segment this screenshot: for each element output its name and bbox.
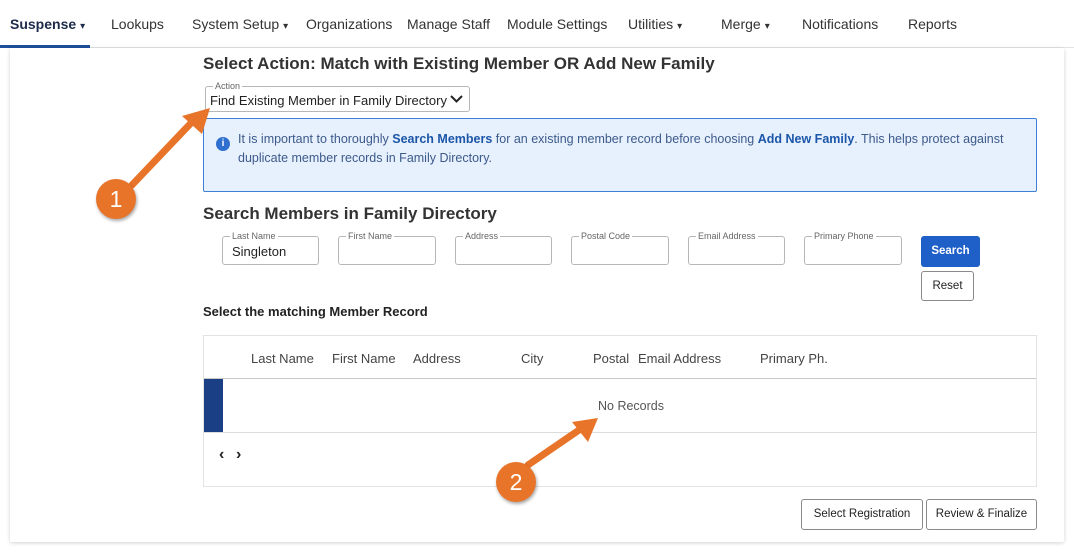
- annotation-arrow-2: [524, 424, 586, 469]
- annotation-badge-2: 2: [496, 462, 536, 502]
- annotation-badge-1: 1: [96, 179, 136, 219]
- annotation-arrow-1: [128, 118, 196, 189]
- annotation-arrows: [128, 108, 598, 469]
